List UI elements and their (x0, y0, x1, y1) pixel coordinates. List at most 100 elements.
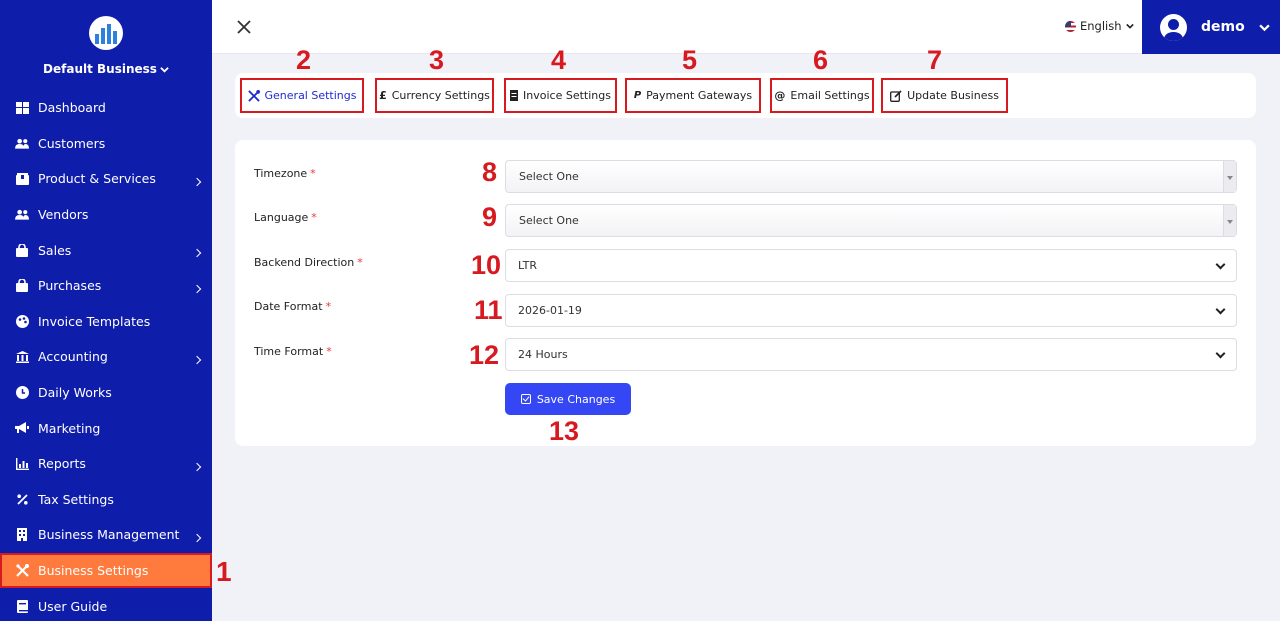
annotation-marker-13: 13 (549, 416, 580, 446)
chevron-down-icon (1215, 259, 1226, 270)
us-flag-icon (1065, 20, 1076, 32)
annotation-marker-11: 11 (474, 295, 503, 325)
chevron-down-icon (1125, 23, 1134, 29)
chevron-right-icon (192, 533, 202, 543)
percent-icon (15, 492, 29, 506)
top-bar: English demo (212, 0, 1280, 54)
sidebar-item-label: Dashboard (38, 100, 106, 116)
tab-update-business[interactable]: Update Business (881, 78, 1008, 113)
sidebar-item-accounting[interactable]: Accounting (0, 339, 212, 375)
sidebar-item-dashboard[interactable]: Dashboard (0, 90, 212, 126)
backend-direction-value: LTR (518, 259, 537, 272)
check-square-icon (520, 394, 531, 404)
username: demo (1201, 19, 1245, 35)
tab-payment-gateways[interactable]: P Payment Gateways (625, 78, 761, 113)
tab-currency-settings[interactable]: £ Currency Settings (375, 78, 494, 113)
invoice-icon (510, 90, 519, 101)
box-icon (15, 172, 29, 186)
sidebar-nav: Dashboard Customers Product & Services V… (0, 90, 212, 621)
sidebar-item-daily-works[interactable]: Daily Works (0, 375, 212, 411)
sidebar-item-label: Business Settings (38, 563, 149, 579)
tab-email-settings[interactable]: @ Email Settings (770, 78, 874, 113)
sidebar-item-label: Customers (38, 135, 106, 151)
tools-icon (247, 89, 260, 102)
bank-icon (15, 350, 29, 364)
date-format-label: Date Format * (254, 300, 332, 313)
building-icon (15, 528, 29, 542)
shopping-bag-icon (15, 243, 29, 257)
users-icon (15, 208, 29, 222)
tab-general-settings[interactable]: General Settings (240, 78, 364, 113)
dashboard-icon (15, 101, 29, 115)
sidebar-item-purchases[interactable]: Purchases (0, 268, 212, 304)
annotation-marker-10: 10 (471, 250, 502, 280)
tab-label: Invoice Settings (523, 89, 611, 102)
user-menu[interactable]: demo (1142, 0, 1280, 54)
clock-icon (15, 386, 29, 400)
chevron-right-icon (192, 248, 202, 258)
sidebar-item-label: Marketing (38, 420, 101, 436)
time-format-value: 24 Hours (518, 348, 568, 361)
tab-label: Payment Gateways (646, 89, 753, 102)
sidebar-item-marketing[interactable]: Marketing (0, 410, 212, 446)
backend-direction-select[interactable]: LTR (505, 249, 1237, 282)
sidebar-item-label: Sales (38, 242, 72, 258)
sidebar-item-label: Vendors (38, 207, 89, 223)
close-icon[interactable] (236, 19, 252, 35)
annotation-marker-3: 3 (429, 45, 445, 75)
pound-icon: £ (379, 89, 387, 102)
sidebar-item-label: Product & Services (38, 171, 156, 187)
language-label: English (1080, 19, 1122, 33)
sidebar-item-business-settings[interactable]: Business Settings (0, 552, 212, 589)
sidebar-item-label: Purchases (38, 278, 102, 294)
sidebar-item-label: Daily Works (38, 385, 112, 401)
tab-label: Email Settings (790, 89, 870, 102)
sidebar-item-label: Accounting (38, 349, 108, 365)
sidebar-item-label: Reports (38, 456, 86, 472)
time-format-label: Time Format * (254, 345, 332, 358)
sidebar-item-label: User Guide (38, 598, 108, 614)
book-icon (15, 599, 29, 613)
time-format-select[interactable]: 24 Hours (505, 338, 1237, 371)
language-select[interactable]: Select One (505, 204, 1237, 237)
tab-label: Currency Settings (391, 89, 490, 102)
edit-icon (890, 89, 902, 102)
sidebar-item-invoice-templates[interactable]: Invoice Templates (0, 304, 212, 340)
annotation-marker-4: 4 (551, 45, 567, 75)
timezone-select[interactable]: Select One (505, 160, 1237, 193)
dropdown-arrow-icon (1227, 220, 1233, 224)
sidebar: Default Business Dashboard Customers Pro… (0, 0, 212, 621)
annotation-marker-8: 8 (482, 157, 498, 187)
sidebar-item-tax-settings[interactable]: Tax Settings (0, 482, 212, 518)
shopping-bag-icon (15, 279, 29, 293)
timezone-label: Timezone * (254, 167, 316, 180)
at-icon: @ (774, 89, 786, 102)
palette-icon (15, 314, 29, 328)
language-switcher[interactable]: English (1065, 19, 1134, 33)
annotation-marker-6: 6 (813, 45, 829, 75)
sidebar-item-sales[interactable]: Sales (0, 232, 212, 268)
backend-direction-label: Backend Direction * (254, 256, 363, 269)
chevron-right-icon (192, 284, 202, 294)
tools-icon (15, 564, 29, 578)
tab-label: General Settings (264, 89, 357, 102)
sidebar-item-reports[interactable]: Reports (0, 446, 212, 482)
annotation-marker-7: 7 (927, 45, 943, 75)
language-field-label: Language * (254, 211, 317, 224)
paypal-icon: P (633, 90, 642, 101)
save-changes-button[interactable]: Save Changes (505, 383, 631, 415)
sidebar-item-product-services[interactable]: Product & Services (0, 161, 212, 197)
date-format-value: 2026-01-19 (518, 304, 582, 317)
business-switcher[interactable]: Default Business (43, 62, 169, 76)
annotation-marker-1: 1 (216, 556, 232, 587)
save-changes-label: Save Changes (536, 392, 616, 406)
sidebar-item-label: Tax Settings (38, 491, 114, 507)
annotation-marker-2: 2 (296, 45, 312, 75)
sidebar-item-customers[interactable]: Customers (0, 126, 212, 162)
date-format-select[interactable]: 2026-01-19 (505, 294, 1237, 327)
sidebar-item-business-management[interactable]: Business Management (0, 517, 212, 553)
language-value: Select One (519, 214, 579, 227)
sidebar-item-user-guide[interactable]: User Guide (0, 588, 212, 621)
sidebar-item-vendors[interactable]: Vendors (0, 197, 212, 233)
tab-invoice-settings[interactable]: Invoice Settings (504, 78, 617, 113)
